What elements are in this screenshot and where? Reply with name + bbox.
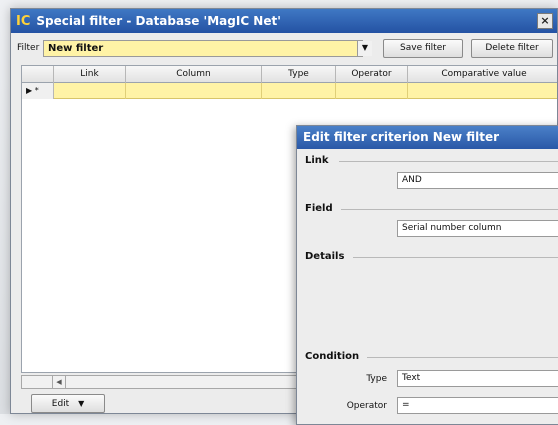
column-header-link[interactable]: Link	[54, 66, 126, 83]
section-divider	[341, 209, 558, 210]
filter-select[interactable]: New filter	[43, 40, 363, 57]
section-field-heading: Field	[305, 203, 333, 214]
delete-filter-button[interactable]: Delete filter	[471, 39, 553, 58]
cell-column[interactable]	[126, 83, 262, 99]
section-divider	[339, 161, 558, 162]
save-filter-button[interactable]: Save filter	[383, 39, 463, 58]
type-select-value: Text	[402, 373, 421, 383]
dropdown-arrow-icon[interactable]: ▼	[357, 41, 372, 56]
type-label: Type	[366, 374, 387, 384]
column-header-operator[interactable]: Operator	[336, 66, 408, 83]
section-details-heading: Details	[305, 251, 345, 262]
window-titlebar[interactable]: IC Special filter - Database 'MagIC Net'…	[11, 9, 557, 33]
section-condition-heading: Condition	[305, 351, 360, 362]
section-link-heading: Link	[305, 155, 329, 166]
column-header-type[interactable]: Type	[262, 66, 336, 83]
filter-label: Filter	[17, 43, 40, 53]
window-title: Special filter - Database 'MagIC Net'	[36, 14, 281, 28]
field-select-value: Serial number column	[402, 223, 502, 233]
operator-label: Operator	[346, 401, 387, 411]
menu-arrow-icon: ▼	[78, 399, 85, 408]
field-select[interactable]: Serial number column	[397, 220, 558, 237]
row-header-corner	[22, 66, 54, 83]
section-divider	[353, 257, 558, 258]
section-divider	[367, 357, 558, 358]
type-select[interactable]: Text	[397, 370, 558, 387]
scroll-left-icon[interactable]: ◀	[52, 376, 66, 388]
edit-button[interactable]: Edit ▼	[31, 394, 105, 413]
cell-link[interactable]	[54, 83, 126, 99]
cell-comparative-value[interactable]	[408, 83, 557, 99]
horizontal-scrollbar[interactable]: ◀	[21, 375, 301, 389]
operator-select-value: =	[402, 400, 410, 410]
operator-select[interactable]: =	[397, 397, 558, 414]
filter-select-value: New filter	[48, 43, 104, 54]
filter-toolbar: Filter New filter ▼ Save filter Delete f…	[15, 39, 557, 59]
link-field[interactable]: AND	[397, 172, 558, 189]
table-header: Link Column Type Operator Comparative va…	[22, 66, 557, 83]
dialog-title[interactable]: Edit filter criterion New filter	[297, 126, 558, 149]
edit-filter-criterion-dialog: Edit filter criterion New filter Link AN…	[296, 125, 558, 425]
edit-button-label: Edit	[51, 399, 70, 409]
cell-type[interactable]	[262, 83, 336, 99]
table-row[interactable]: ▶ *	[22, 83, 557, 99]
app-logo: IC	[16, 13, 31, 29]
close-icon[interactable]: ×	[537, 13, 553, 29]
column-header-column[interactable]: Column	[126, 66, 262, 83]
link-field-value: AND	[402, 175, 422, 185]
row-pointer-icon: ▶ *	[22, 83, 54, 99]
cell-operator[interactable]	[336, 83, 408, 99]
column-header-comparative-value[interactable]: Comparative value	[408, 66, 557, 83]
